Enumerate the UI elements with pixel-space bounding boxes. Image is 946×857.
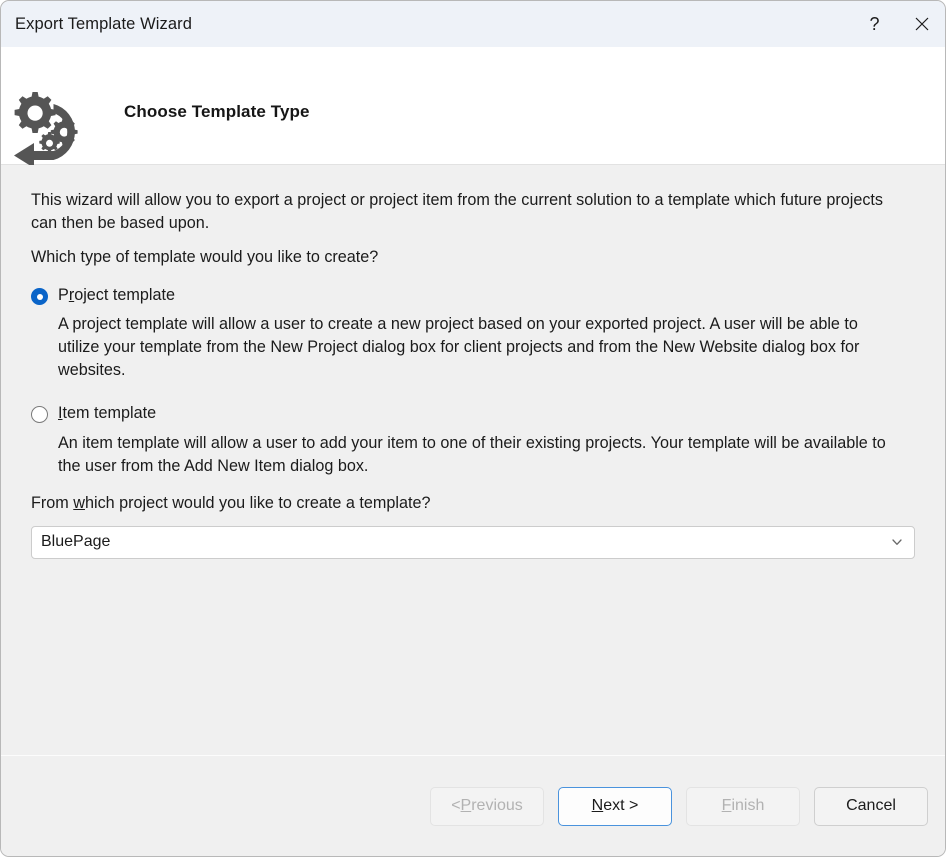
description-item-template: An item template will allow a user to ad… xyxy=(58,433,886,475)
export-template-wizard-dialog: Export Template Wizard ? Choose Template… xyxy=(0,0,946,857)
label-part-after: tem template xyxy=(62,404,157,423)
label-part-before: < xyxy=(451,797,461,814)
question-mark-icon: ? xyxy=(869,14,880,34)
label-part-after: ext > xyxy=(603,797,639,814)
label-part-after: oject template xyxy=(74,286,175,304)
radio-option-project-template[interactable]: Project template xyxy=(31,285,915,305)
next-button[interactable]: Next > xyxy=(558,786,672,826)
finish-button[interactable]: Finish xyxy=(686,786,800,826)
project-select-value: BluePage xyxy=(41,533,111,550)
radio-indicator-selected[interactable] xyxy=(31,288,48,305)
close-icon xyxy=(914,16,930,32)
dialog-footer: < Previous Next > Finish Cancel xyxy=(1,755,945,856)
accelerator-key: N xyxy=(591,797,604,814)
radio-indicator-unselected[interactable] xyxy=(31,406,48,424)
window-title: Export Template Wizard xyxy=(15,14,193,33)
previous-button[interactable]: < Previous xyxy=(430,786,544,826)
cancel-button[interactable]: Cancel xyxy=(814,786,928,826)
description-project-template: A project template will allow a user to … xyxy=(58,315,860,380)
close-button[interactable] xyxy=(898,1,945,47)
title-bar-buttons: ? xyxy=(851,1,945,47)
intro-text: This wizard will allow you to export a p… xyxy=(31,191,884,232)
label-part-before: P xyxy=(58,286,69,304)
radio-label-project-template: Project template xyxy=(58,285,175,305)
accelerator-key: w xyxy=(73,493,85,512)
chevron-down-icon xyxy=(890,535,904,549)
accelerator-key: P xyxy=(460,797,472,814)
wizard-header: Choose Template Type xyxy=(1,47,945,168)
prompt-part-after: hich project would you like to create a … xyxy=(84,493,431,512)
accelerator-key: F xyxy=(721,797,732,814)
question-text: Which type of template would you like to… xyxy=(31,248,379,266)
gears-export-arrow-icon xyxy=(8,90,84,168)
wizard-body: This wizard will allow you to export a p… xyxy=(1,165,945,755)
prompt-part-before: From xyxy=(31,493,74,512)
project-prompt-label: From which project would you like to cre… xyxy=(31,478,886,515)
label-part-after: revious xyxy=(471,797,523,814)
project-select[interactable]: BluePage xyxy=(31,525,915,559)
label-part-after: inish xyxy=(731,797,765,814)
page-title: Choose Template Type xyxy=(124,102,310,121)
radio-label-item-template: Item template xyxy=(58,403,156,423)
radio-option-item-template[interactable]: Item template xyxy=(31,403,915,424)
title-bar: Export Template Wizard ? xyxy=(1,1,945,47)
help-button[interactable]: ? xyxy=(851,1,898,47)
